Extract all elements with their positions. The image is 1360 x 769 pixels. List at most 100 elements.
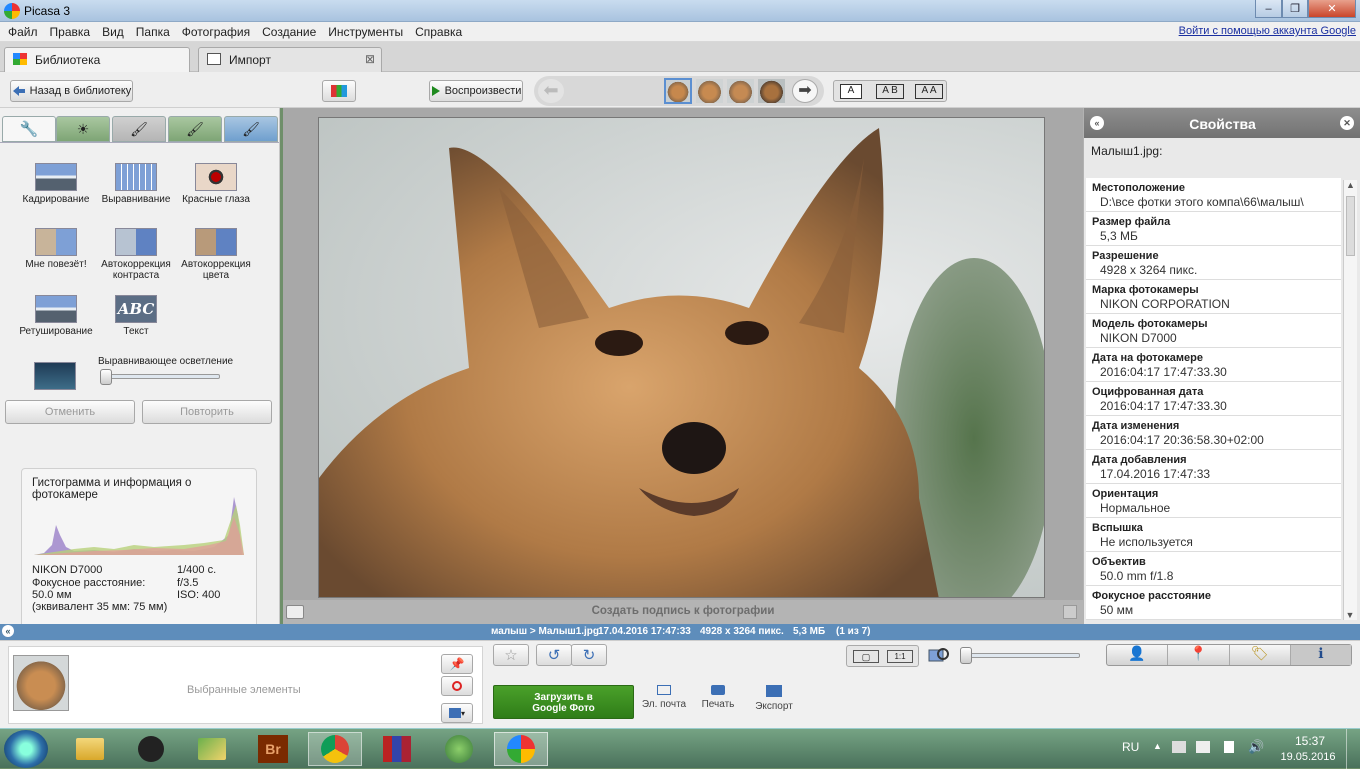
filmstrip-thumb[interactable]	[696, 79, 723, 103]
taskbar-picasa-icon[interactable]	[494, 732, 548, 766]
undo-button[interactable]: Отменить	[5, 400, 135, 424]
tab-effects-3[interactable]: 🖌	[224, 116, 278, 142]
scroll-down-icon[interactable]: ▼	[1344, 610, 1356, 620]
scroll-thumb[interactable]	[1346, 196, 1355, 256]
menu-item[interactable]: Инструменты	[322, 22, 409, 41]
menu-item[interactable]: Правка	[44, 22, 97, 41]
filmstrip-thumb[interactable]	[664, 78, 692, 104]
menu-item[interactable]: Файл	[2, 22, 44, 41]
tab-basic-fixes[interactable]: 🔧	[2, 116, 56, 142]
main-photo[interactable]	[318, 117, 1045, 598]
view-single-button[interactable]: A	[840, 84, 862, 99]
back-to-library-button[interactable]: Назад в библиотеку	[10, 80, 133, 102]
dog-photo-image	[319, 128, 1044, 597]
rotate-right-button[interactable]: ↻	[571, 644, 607, 666]
collapse-tray-icon[interactable]: «	[2, 625, 14, 637]
clear-icon	[452, 681, 462, 691]
menu-item[interactable]: Создание	[256, 22, 322, 41]
clear-selection-button[interactable]	[441, 676, 473, 696]
property-row: Дата на фотокамере 2016:04:17 17:47:33.30	[1086, 348, 1341, 382]
info-icon[interactable]: ℹ	[1290, 645, 1351, 665]
auto-color-tool[interactable]: Автокоррекция цвета	[176, 228, 256, 281]
close-button[interactable]: ✕	[1308, 0, 1356, 18]
property-key: Разрешение	[1092, 250, 1159, 262]
minimize-button[interactable]: –	[1255, 0, 1282, 18]
menu-item[interactable]: Папка	[130, 22, 176, 41]
fill-light-slider-handle[interactable]	[100, 369, 112, 385]
tab-library[interactable]: Библиотека	[4, 47, 190, 72]
album-icon	[448, 708, 461, 718]
star-button[interactable]: ☆	[493, 644, 529, 666]
slideshow-play-button[interactable]: Воспроизвести	[429, 80, 523, 102]
geotag-icon[interactable]: 📍	[1168, 645, 1230, 665]
retouch-tool[interactable]: Ретуширование	[16, 295, 96, 337]
view-edits-button[interactable]: A A	[915, 84, 943, 99]
send-to-collage-button[interactable]	[322, 80, 356, 102]
start-button[interactable]	[4, 730, 48, 768]
clock-time[interactable]: 15:37	[1288, 734, 1332, 748]
fill-light-slider[interactable]	[100, 374, 220, 379]
status-date: 17.04.2016 17:47:33	[598, 626, 691, 637]
selected-photo-thumb[interactable]	[13, 655, 69, 711]
taskbar-spy-icon[interactable]	[124, 732, 178, 766]
properties-scrollbar[interactable]: ▲ ▼	[1343, 180, 1357, 620]
show-desktop-button[interactable]	[1346, 729, 1360, 769]
maximize-button[interactable]: ❐	[1282, 0, 1308, 18]
volume-icon[interactable]: 🔊	[1248, 739, 1264, 755]
menu-item[interactable]: Справка	[409, 22, 468, 41]
window-title: Picasa 3	[24, 4, 71, 18]
google-login-link[interactable]: Войти с помощью аккаунта Google	[1179, 25, 1356, 37]
caption-input[interactable]: Создать подпись к фотографии	[283, 605, 1083, 617]
redo-button[interactable]: Повторить	[142, 400, 272, 424]
tab-import[interactable]: Импорт ⊠	[198, 47, 382, 72]
close-properties-icon[interactable]: ✕	[1340, 116, 1354, 130]
previous-photo-button[interactable]: ⬅	[538, 79, 564, 103]
trash-icon[interactable]	[1063, 605, 1077, 619]
people-icon[interactable]: 👤	[1107, 645, 1169, 665]
email-button[interactable]: Эл. почта	[640, 685, 688, 710]
auto-contrast-tool[interactable]: Автокоррекция контраста	[96, 228, 176, 281]
redeye-tool[interactable]: Красные глаза	[176, 163, 256, 205]
upload-google-photos-button[interactable]: Загрузить в Google Фото	[493, 685, 634, 719]
rotate-left-button[interactable]: ↺	[536, 644, 572, 666]
collage-icon	[331, 85, 347, 97]
album-menu-button[interactable]: ▾	[441, 703, 473, 723]
hold-button[interactable]: 📌	[441, 654, 473, 674]
view-compare-button[interactable]: A B	[876, 84, 904, 99]
tab-tuning[interactable]: ☀	[56, 116, 110, 142]
scroll-up-icon[interactable]: ▲	[1344, 180, 1357, 194]
collapse-left-icon[interactable]: «	[1090, 116, 1104, 130]
taskbar-chrome-icon[interactable]	[308, 732, 362, 766]
crop-tool[interactable]: Кадрирование	[16, 163, 96, 205]
property-value: 5,3 МБ	[1100, 229, 1138, 243]
tab-effects-2[interactable]: 🖌	[168, 116, 222, 142]
tray-expand-icon[interactable]: ▲	[1153, 741, 1162, 751]
text-tool[interactable]: ABC Текст	[96, 295, 176, 337]
taskbar-explorer-icon[interactable]	[63, 732, 117, 766]
zoom-slider[interactable]	[960, 653, 1080, 658]
im-feeling-lucky-tool[interactable]: Мне повезёт!	[16, 228, 96, 270]
signal-icon[interactable]	[1220, 741, 1234, 753]
menu-item[interactable]: Фотография	[176, 22, 256, 41]
export-button[interactable]: Экспорт	[750, 685, 798, 712]
zoom-slider-handle[interactable]	[960, 647, 972, 664]
close-tab-icon[interactable]: ⊠	[365, 52, 375, 66]
taskbar-globe-icon[interactable]	[432, 732, 486, 766]
print-button[interactable]: Печать	[694, 685, 742, 710]
taskbar-folders-icon[interactable]	[185, 732, 239, 766]
language-indicator[interactable]: RU	[1122, 740, 1139, 754]
filmstrip-thumb[interactable]	[727, 79, 754, 103]
straighten-tool[interactable]: Выравнивание	[96, 163, 176, 205]
next-photo-button[interactable]: ➡	[792, 79, 818, 103]
menu-item[interactable]: Вид	[96, 22, 130, 41]
zoom-fit-button[interactable]: ▢	[853, 650, 879, 663]
tab-effects[interactable]: 🖌	[112, 116, 166, 142]
taskbar-bridge-icon[interactable]: Br	[246, 732, 300, 766]
zoom-1-1-button[interactable]: 1:1	[887, 650, 913, 663]
clock-date[interactable]: 19.05.2016	[1278, 751, 1338, 763]
filmstrip-thumb[interactable]	[758, 79, 785, 103]
taskbar-winrar-icon[interactable]	[370, 732, 424, 766]
network-icon[interactable]	[1172, 741, 1186, 753]
tags-icon[interactable]: 🏷	[1230, 645, 1291, 665]
device-icon[interactable]	[1196, 741, 1210, 753]
